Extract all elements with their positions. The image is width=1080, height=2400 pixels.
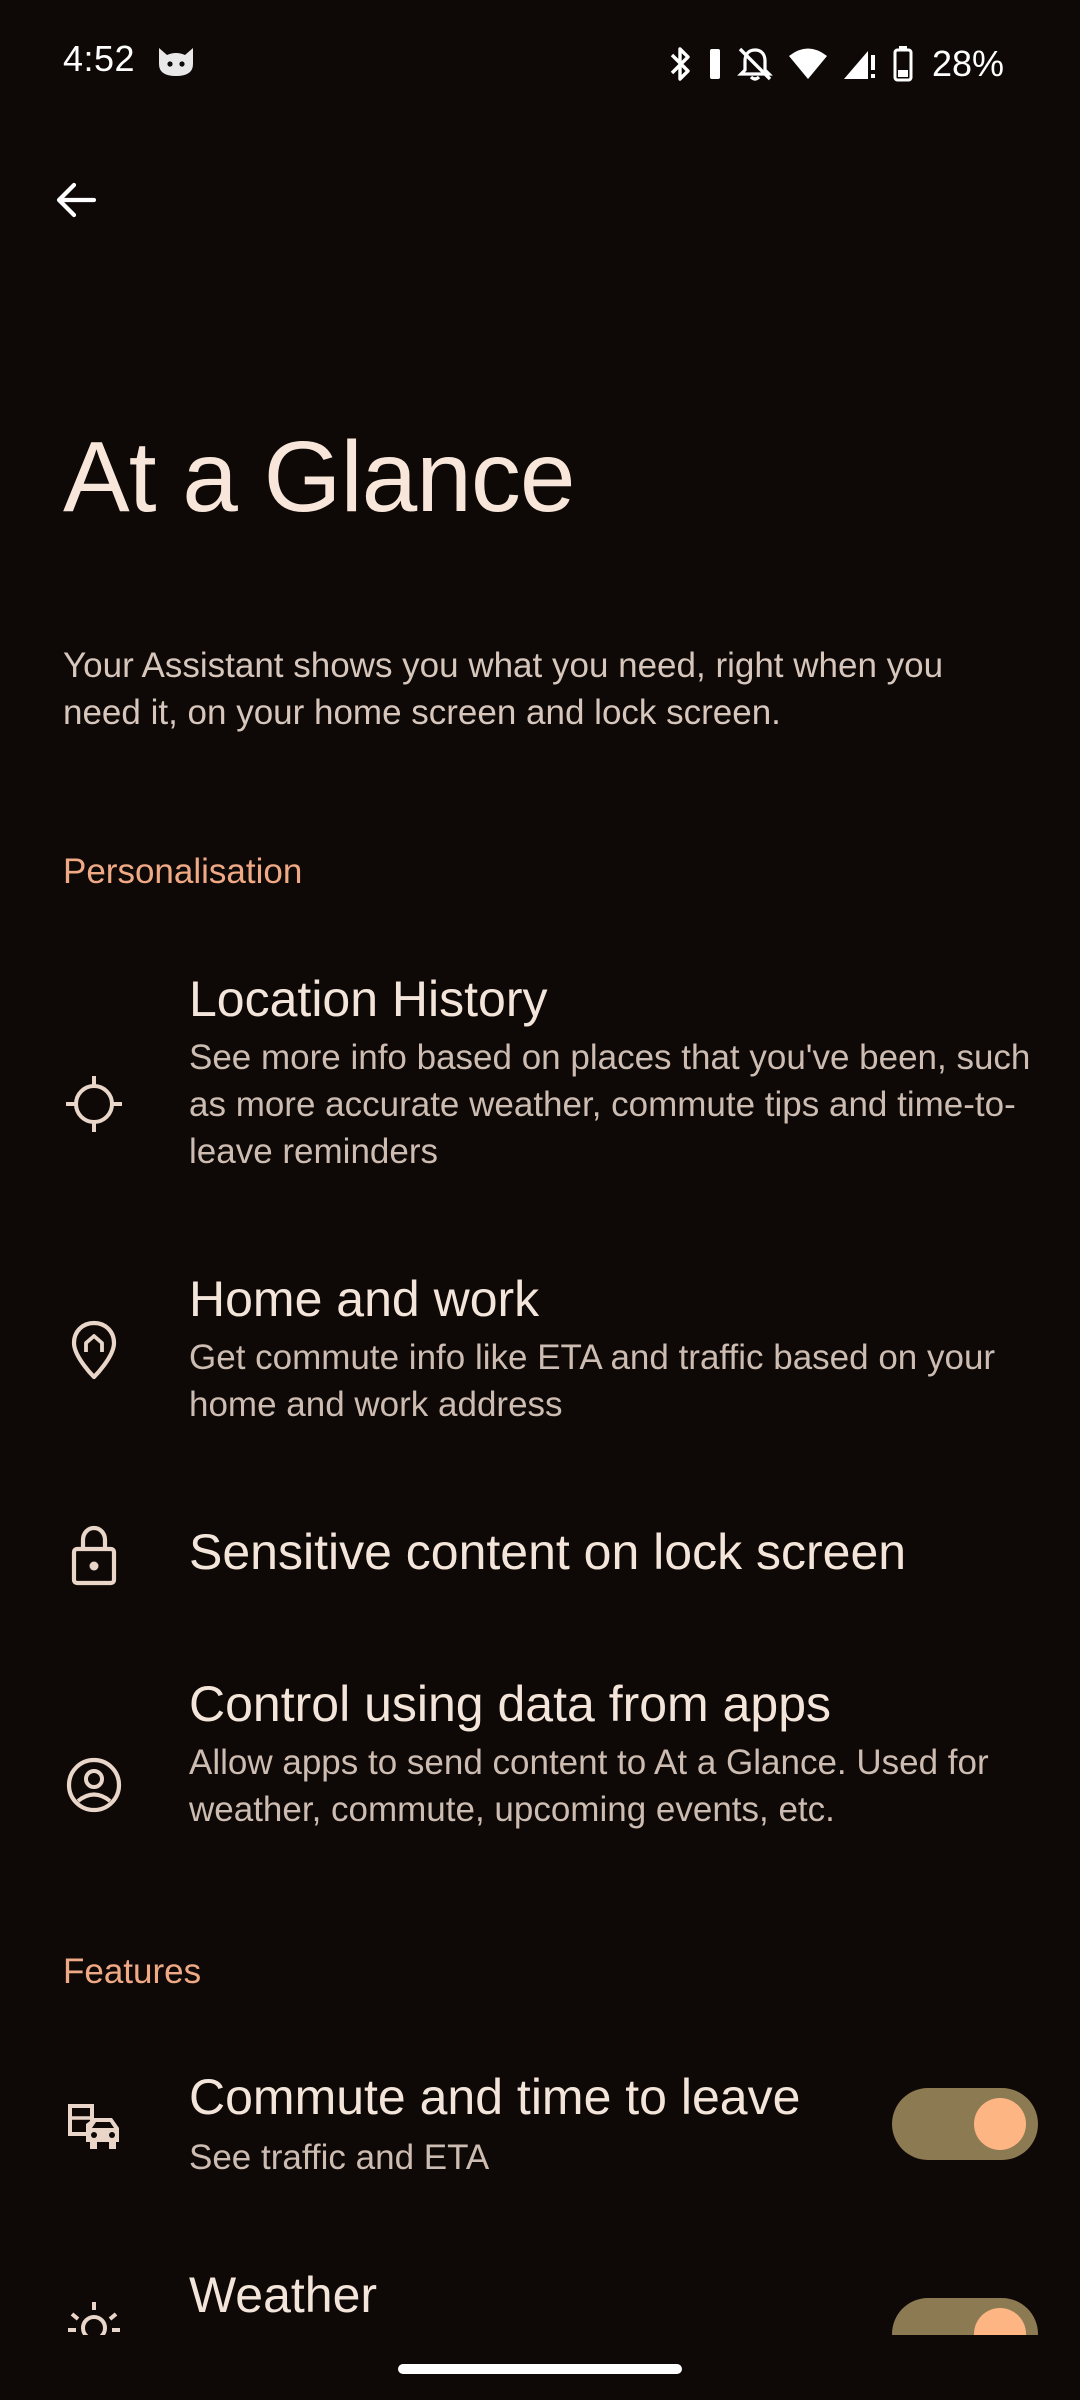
location-history-title: Location History — [189, 971, 548, 1027]
commute-icon — [62, 2094, 126, 2158]
sensitive-content-item[interactable]: Sensitive content on lock screen — [0, 1490, 1080, 1620]
wifi-icon — [788, 48, 827, 79]
location-history-item[interactable]: Location History See more info based on … — [0, 950, 1080, 1200]
section-header-features: Features — [63, 1952, 202, 1991]
commute-item[interactable]: Commute and time to leave See traffic an… — [0, 2050, 1080, 2200]
gesture-home-indicator[interactable] — [398, 2364, 682, 2374]
commute-toggle-thumb — [974, 2098, 1026, 2150]
arrow-left-icon — [56, 182, 97, 218]
home-and-work-subtitle: Get commute info like ETA and traffic ba… — [189, 1338, 996, 1424]
bluetooth-icon — [670, 47, 690, 81]
home-and-work-item[interactable]: Home and work Get commute info like ETA … — [0, 1260, 1080, 1440]
location-crosshair-icon — [62, 1072, 126, 1136]
status-time: 4:52 — [63, 38, 136, 79]
section-header-personalisation: Personalisation — [63, 852, 303, 891]
control-data-from-apps-title: Control using data from apps — [189, 1676, 832, 1732]
account-circle-icon — [62, 1753, 126, 1817]
cell-signal-icon — [843, 51, 875, 79]
cat-app-notification-icon — [159, 48, 193, 76]
commute-toggle[interactable] — [892, 2088, 1038, 2160]
home-and-work-title: Home and work — [189, 1271, 540, 1327]
status-icons: 28% — [668, 40, 1004, 88]
weather-title: Weather — [189, 2267, 378, 2323]
location-history-subtitle: See more info based on places that you'v… — [189, 1038, 1031, 1171]
lock-icon — [62, 1523, 126, 1587]
status-bar: 4:52 28% — [0, 0, 1080, 128]
battery-saver-indicator-icon — [709, 49, 720, 79]
sensitive-content-title: Sensitive content on lock screen — [189, 1524, 907, 1580]
back-button[interactable] — [40, 164, 112, 236]
control-data-from-apps-item[interactable]: Control using data from apps Allow apps … — [0, 1665, 1080, 1855]
home-pin-icon — [62, 1319, 126, 1383]
control-data-from-apps-subtitle: Allow apps to send content to At a Glanc… — [189, 1743, 989, 1829]
page-description: Your Assistant shows you what you need, … — [63, 646, 944, 732]
commute-title: Commute and time to leave — [189, 2069, 801, 2125]
notifications-off-icon — [737, 47, 773, 81]
battery-icon — [893, 46, 913, 82]
battery-percent: 28% — [931, 43, 1004, 84]
page-title: At a Glance — [63, 421, 576, 533]
